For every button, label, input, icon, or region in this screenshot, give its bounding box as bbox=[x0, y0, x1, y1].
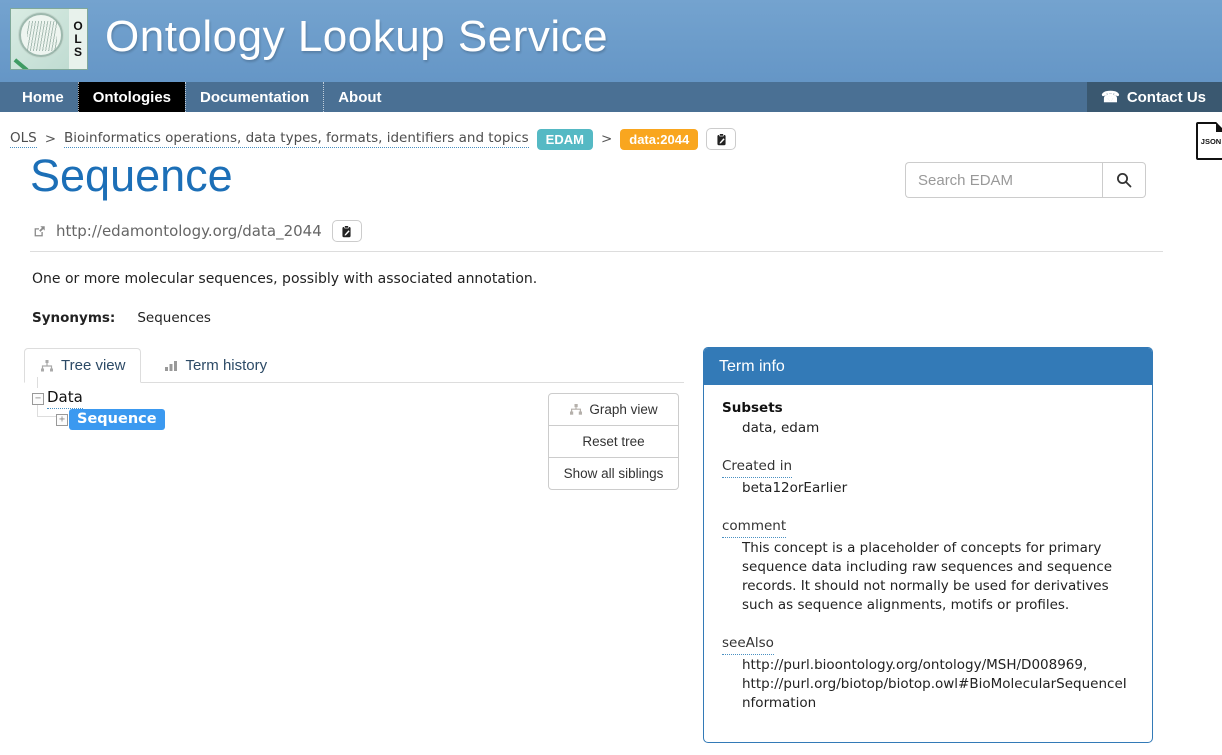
search-input[interactable] bbox=[905, 162, 1102, 198]
term-description: One or more molecular sequences, possibl… bbox=[32, 271, 537, 287]
graph-view-button[interactable]: Graph view bbox=[548, 393, 679, 426]
subsets-group: Subsets data, edam bbox=[722, 399, 1134, 438]
tab-tree-view[interactable]: Tree view bbox=[24, 348, 141, 383]
logo-letter: O bbox=[73, 20, 82, 33]
bar-chart-icon bbox=[164, 359, 178, 372]
term-iri-row: http://edamontology.org/data_2044 bbox=[33, 220, 362, 242]
nav-item-about[interactable]: About bbox=[323, 82, 395, 112]
tree-node-data: − Data bbox=[32, 388, 83, 409]
reset-tree-button[interactable]: Reset tree bbox=[548, 425, 679, 458]
search-icon bbox=[1115, 171, 1133, 189]
nav-item-home[interactable]: Home bbox=[8, 82, 78, 112]
external-link-icon[interactable] bbox=[33, 225, 46, 238]
tree-connector bbox=[37, 416, 57, 417]
seealso-group: seeAlso http://purl.bioontology.org/onto… bbox=[722, 634, 1134, 713]
tree-icon bbox=[40, 359, 54, 373]
magnifier-handle-icon bbox=[14, 58, 29, 69]
breadcrumb-separator: > bbox=[601, 131, 612, 147]
tab-tree-view-label: Tree view bbox=[61, 357, 125, 374]
expand-icon[interactable]: + bbox=[56, 414, 68, 426]
synonyms-label: Synonyms: bbox=[32, 310, 115, 326]
app-header: O L S Ontology Lookup Service bbox=[0, 0, 1222, 82]
term-title: Sequence bbox=[30, 150, 233, 202]
comment-value: This concept is a placeholder of concept… bbox=[722, 539, 1134, 615]
tree-section: Tree view Term history − Data + S bbox=[24, 348, 684, 653]
breadcrumb-ols-link[interactable]: OLS bbox=[10, 130, 37, 148]
clipboard-icon bbox=[340, 225, 353, 238]
collapse-icon[interactable]: − bbox=[32, 393, 44, 405]
logo-magnifier-image bbox=[11, 9, 69, 69]
tree-view-panel: − Data + Sequence Graph view bbox=[24, 383, 684, 653]
main-content: OLS > Bioinformatics operations, data ty… bbox=[0, 112, 1222, 755]
created-in-value: beta12orEarlier bbox=[722, 479, 1134, 498]
magnifier-lens-icon bbox=[19, 13, 63, 57]
seealso-link[interactable]: seeAlso bbox=[722, 634, 774, 655]
term-id-badge[interactable]: data:2044 bbox=[620, 129, 698, 150]
main-navbar: Home Ontologies Documentation About ☎ Co… bbox=[0, 82, 1222, 112]
page-title: Ontology Lookup Service bbox=[105, 12, 608, 62]
ontology-search bbox=[905, 162, 1146, 198]
tree-node-data-label[interactable]: Data bbox=[47, 388, 83, 409]
term-info-panel: Term info Subsets data, edam Created in … bbox=[703, 347, 1153, 743]
logo-letters: O L S bbox=[69, 9, 87, 69]
seealso-value: http://purl.bioontology.org/ontology/MSH… bbox=[722, 656, 1134, 713]
subsets-label: Subsets bbox=[722, 399, 1134, 418]
nav-item-documentation[interactable]: Documentation bbox=[185, 82, 323, 112]
page-fold-icon bbox=[1216, 122, 1222, 132]
phone-icon: ☎ bbox=[1101, 90, 1120, 105]
created-in-group: Created in beta12orEarlier bbox=[722, 457, 1134, 498]
created-in-link[interactable]: Created in bbox=[722, 457, 792, 478]
copy-term-id-button[interactable] bbox=[706, 128, 736, 150]
term-info-header: Term info bbox=[704, 348, 1152, 385]
comment-link[interactable]: comment bbox=[722, 517, 786, 538]
tree-node-sequence: + Sequence bbox=[56, 409, 165, 430]
tree-node-sequence-label[interactable]: Sequence bbox=[69, 409, 165, 430]
breadcrumb: OLS > Bioinformatics operations, data ty… bbox=[10, 128, 736, 150]
json-icon-label: JSON bbox=[1198, 137, 1222, 146]
contact-us-link[interactable]: ☎ Contact Us bbox=[1087, 82, 1222, 112]
breadcrumb-ontology-link[interactable]: Bioinformatics operations, data types, f… bbox=[64, 130, 529, 148]
subsets-value: data, edam bbox=[722, 419, 1134, 438]
synonyms-row: Synonyms: Sequences bbox=[32, 310, 211, 326]
synonyms-value: Sequences bbox=[137, 310, 211, 326]
search-button[interactable] bbox=[1102, 162, 1146, 198]
ols-logo[interactable]: O L S bbox=[10, 8, 88, 70]
tab-term-history-label: Term history bbox=[185, 357, 267, 374]
nav-item-ontologies[interactable]: Ontologies bbox=[78, 82, 185, 112]
graph-icon bbox=[569, 403, 583, 416]
reset-tree-label: Reset tree bbox=[582, 434, 644, 449]
show-all-siblings-button[interactable]: Show all siblings bbox=[548, 457, 679, 490]
ontology-badge-edam[interactable]: EDAM bbox=[537, 129, 593, 150]
term-info-body: Subsets data, edam Created in beta12orEa… bbox=[704, 385, 1152, 746]
graph-view-label: Graph view bbox=[589, 402, 657, 417]
divider bbox=[30, 251, 1163, 252]
tree-connector bbox=[37, 377, 38, 388]
breadcrumb-separator: > bbox=[45, 131, 56, 147]
tree-actions: Graph view Reset tree Show all siblings bbox=[548, 393, 679, 490]
copy-iri-button[interactable] bbox=[332, 220, 362, 242]
logo-letter: S bbox=[74, 46, 82, 59]
tab-term-history[interactable]: Term history bbox=[149, 348, 282, 382]
comment-group: comment This concept is a placeholder of… bbox=[722, 517, 1134, 615]
json-download-icon[interactable]: JSON bbox=[1196, 122, 1222, 160]
term-iri: http://edamontology.org/data_2044 bbox=[56, 222, 322, 240]
tab-bar: Tree view Term history bbox=[24, 348, 684, 383]
contact-us-label: Contact Us bbox=[1127, 89, 1206, 106]
clipboard-icon bbox=[715, 133, 728, 146]
logo-letter: L bbox=[74, 33, 81, 46]
show-all-siblings-label: Show all siblings bbox=[564, 466, 664, 481]
